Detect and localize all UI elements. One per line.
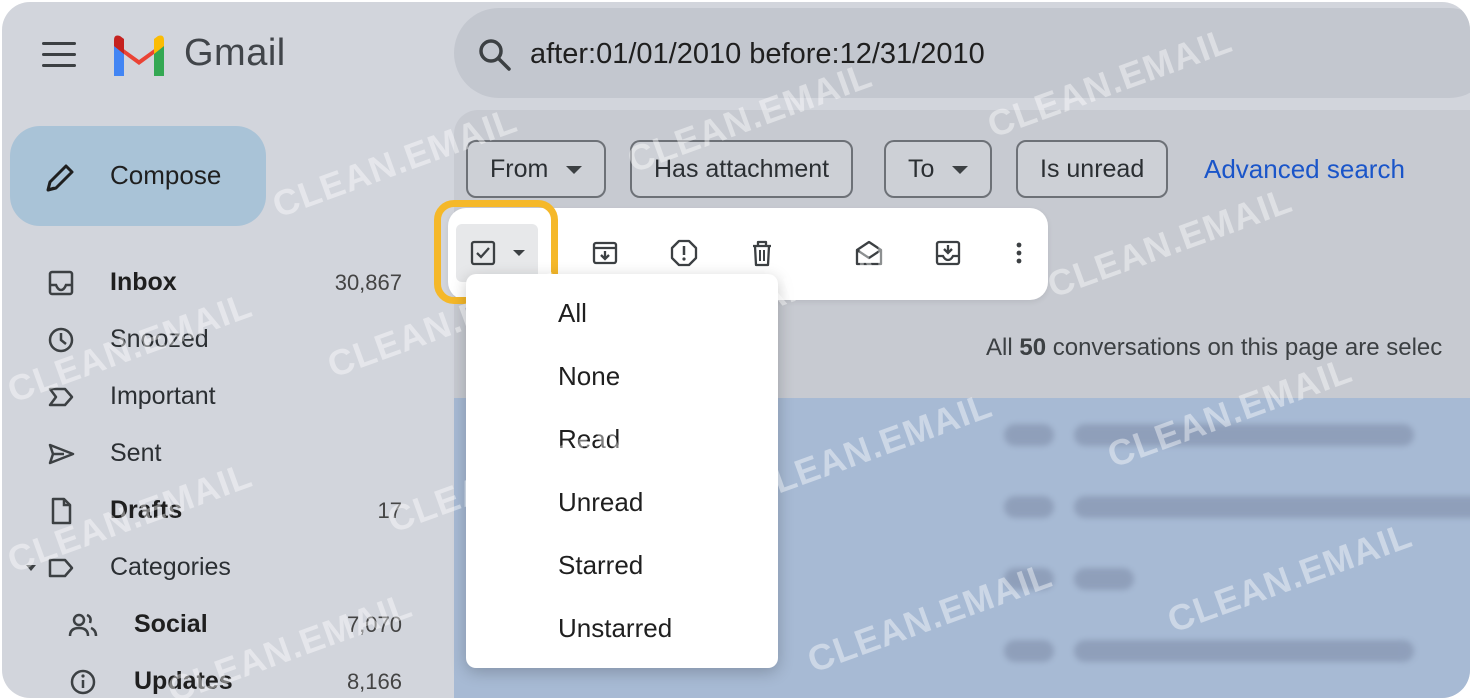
sidebar-item-inbox[interactable]: Inbox 30,867 xyxy=(2,256,442,312)
menu-item-unread[interactable]: Unread xyxy=(466,473,778,533)
gmail-brand-text: Gmail xyxy=(184,32,286,74)
sidebar-item-important[interactable]: Important xyxy=(2,370,442,426)
filter-chip-to[interactable]: To xyxy=(884,140,993,198)
main-menu-icon[interactable] xyxy=(42,42,76,68)
search-icon[interactable] xyxy=(478,38,512,72)
sidebar-item-label: Snoozed xyxy=(110,325,209,353)
clock-icon xyxy=(48,327,74,353)
filter-chip-has-attachment[interactable]: Has attachment xyxy=(630,140,854,198)
more-icon[interactable] xyxy=(1004,238,1034,268)
sidebar-item-label: Updates xyxy=(134,667,233,695)
gmail-logo-icon xyxy=(114,35,164,76)
chip-label: To xyxy=(908,155,935,183)
draft-file-icon xyxy=(51,497,72,525)
drafts-count: 17 xyxy=(377,498,402,523)
menu-item-label: Unread xyxy=(558,487,644,517)
advanced-search-link[interactable]: Advanced search xyxy=(1204,154,1405,185)
menu-item-label: None xyxy=(558,361,621,391)
menu-item-starred[interactable]: Starred xyxy=(466,536,778,596)
inbox-icon xyxy=(48,270,74,296)
menu-item-none[interactable]: None xyxy=(466,347,778,407)
selection-suffix: conversations on this page are selec xyxy=(1046,334,1443,361)
sidebar-item-label: Social xyxy=(134,610,208,638)
sidebar-item-label: Drafts xyxy=(110,496,183,524)
chip-label: Is unread xyxy=(1040,155,1145,183)
label-icon xyxy=(48,558,74,578)
menu-item-label: All xyxy=(558,298,587,328)
menu-item-label: Unstarred xyxy=(558,613,673,643)
move-to-inbox-icon[interactable] xyxy=(933,238,963,268)
gmail-window: Gmail after:01/01/2010 before:12/31/2010… xyxy=(2,2,1470,698)
sidebar-item-drafts[interactable]: Drafts 17 xyxy=(2,484,442,540)
menu-item-unstarred[interactable]: Unstarred xyxy=(466,599,778,659)
filter-chip-from[interactable]: From xyxy=(466,140,607,198)
search-input[interactable]: after:01/01/2010 before:12/31/2010 xyxy=(530,38,985,71)
selection-prefix: All xyxy=(986,334,1020,361)
compose-label: Compose xyxy=(110,160,222,190)
sidebar-item-label: Sent xyxy=(110,439,162,467)
updates-count: 8,166 xyxy=(346,669,402,694)
menu-item-all[interactable]: All xyxy=(466,284,778,344)
filter-chip-is-unread[interactable]: Is unread xyxy=(1016,140,1169,198)
chip-label: Has attachment xyxy=(654,155,830,183)
sidebar-item-sent[interactable]: Sent xyxy=(2,427,442,483)
pencil-icon xyxy=(46,164,74,192)
select-menu: All None Read Unread Starred Unstarred xyxy=(466,274,778,668)
selection-info: All 50 conversations on this page are se… xyxy=(986,334,1442,362)
send-icon xyxy=(48,443,75,465)
menu-item-label: Read xyxy=(558,424,621,454)
inbox-count: 30,867 xyxy=(334,270,402,295)
mark-read-icon[interactable] xyxy=(854,238,884,268)
chip-label: From xyxy=(490,155,549,183)
menu-item-read[interactable]: Read xyxy=(466,410,778,470)
sidebar-item-updates[interactable]: Updates 8,166 xyxy=(2,655,442,698)
info-icon xyxy=(70,669,96,695)
archive-icon[interactable] xyxy=(590,238,620,268)
people-icon xyxy=(68,613,98,637)
report-spam-icon[interactable] xyxy=(669,238,699,268)
sidebar-item-label: Inbox xyxy=(110,268,177,296)
sidebar-item-categories[interactable]: Categories xyxy=(2,541,442,597)
social-count: 7,070 xyxy=(346,612,402,637)
chevron-down-icon xyxy=(566,166,583,175)
delete-icon[interactable] xyxy=(747,238,777,268)
sidebar-item-label: Categories xyxy=(110,553,231,581)
expand-arrow-icon[interactable] xyxy=(24,561,38,575)
menu-item-label: Starred xyxy=(558,550,644,580)
important-icon xyxy=(48,387,74,407)
selection-count: 50 xyxy=(1019,334,1047,361)
sidebar-item-snoozed[interactable]: Snoozed xyxy=(2,313,442,369)
chevron-down-icon xyxy=(952,166,969,175)
sidebar-item-social[interactable]: Social 7,070 xyxy=(2,598,442,654)
sidebar-item-label: Important xyxy=(110,382,216,410)
